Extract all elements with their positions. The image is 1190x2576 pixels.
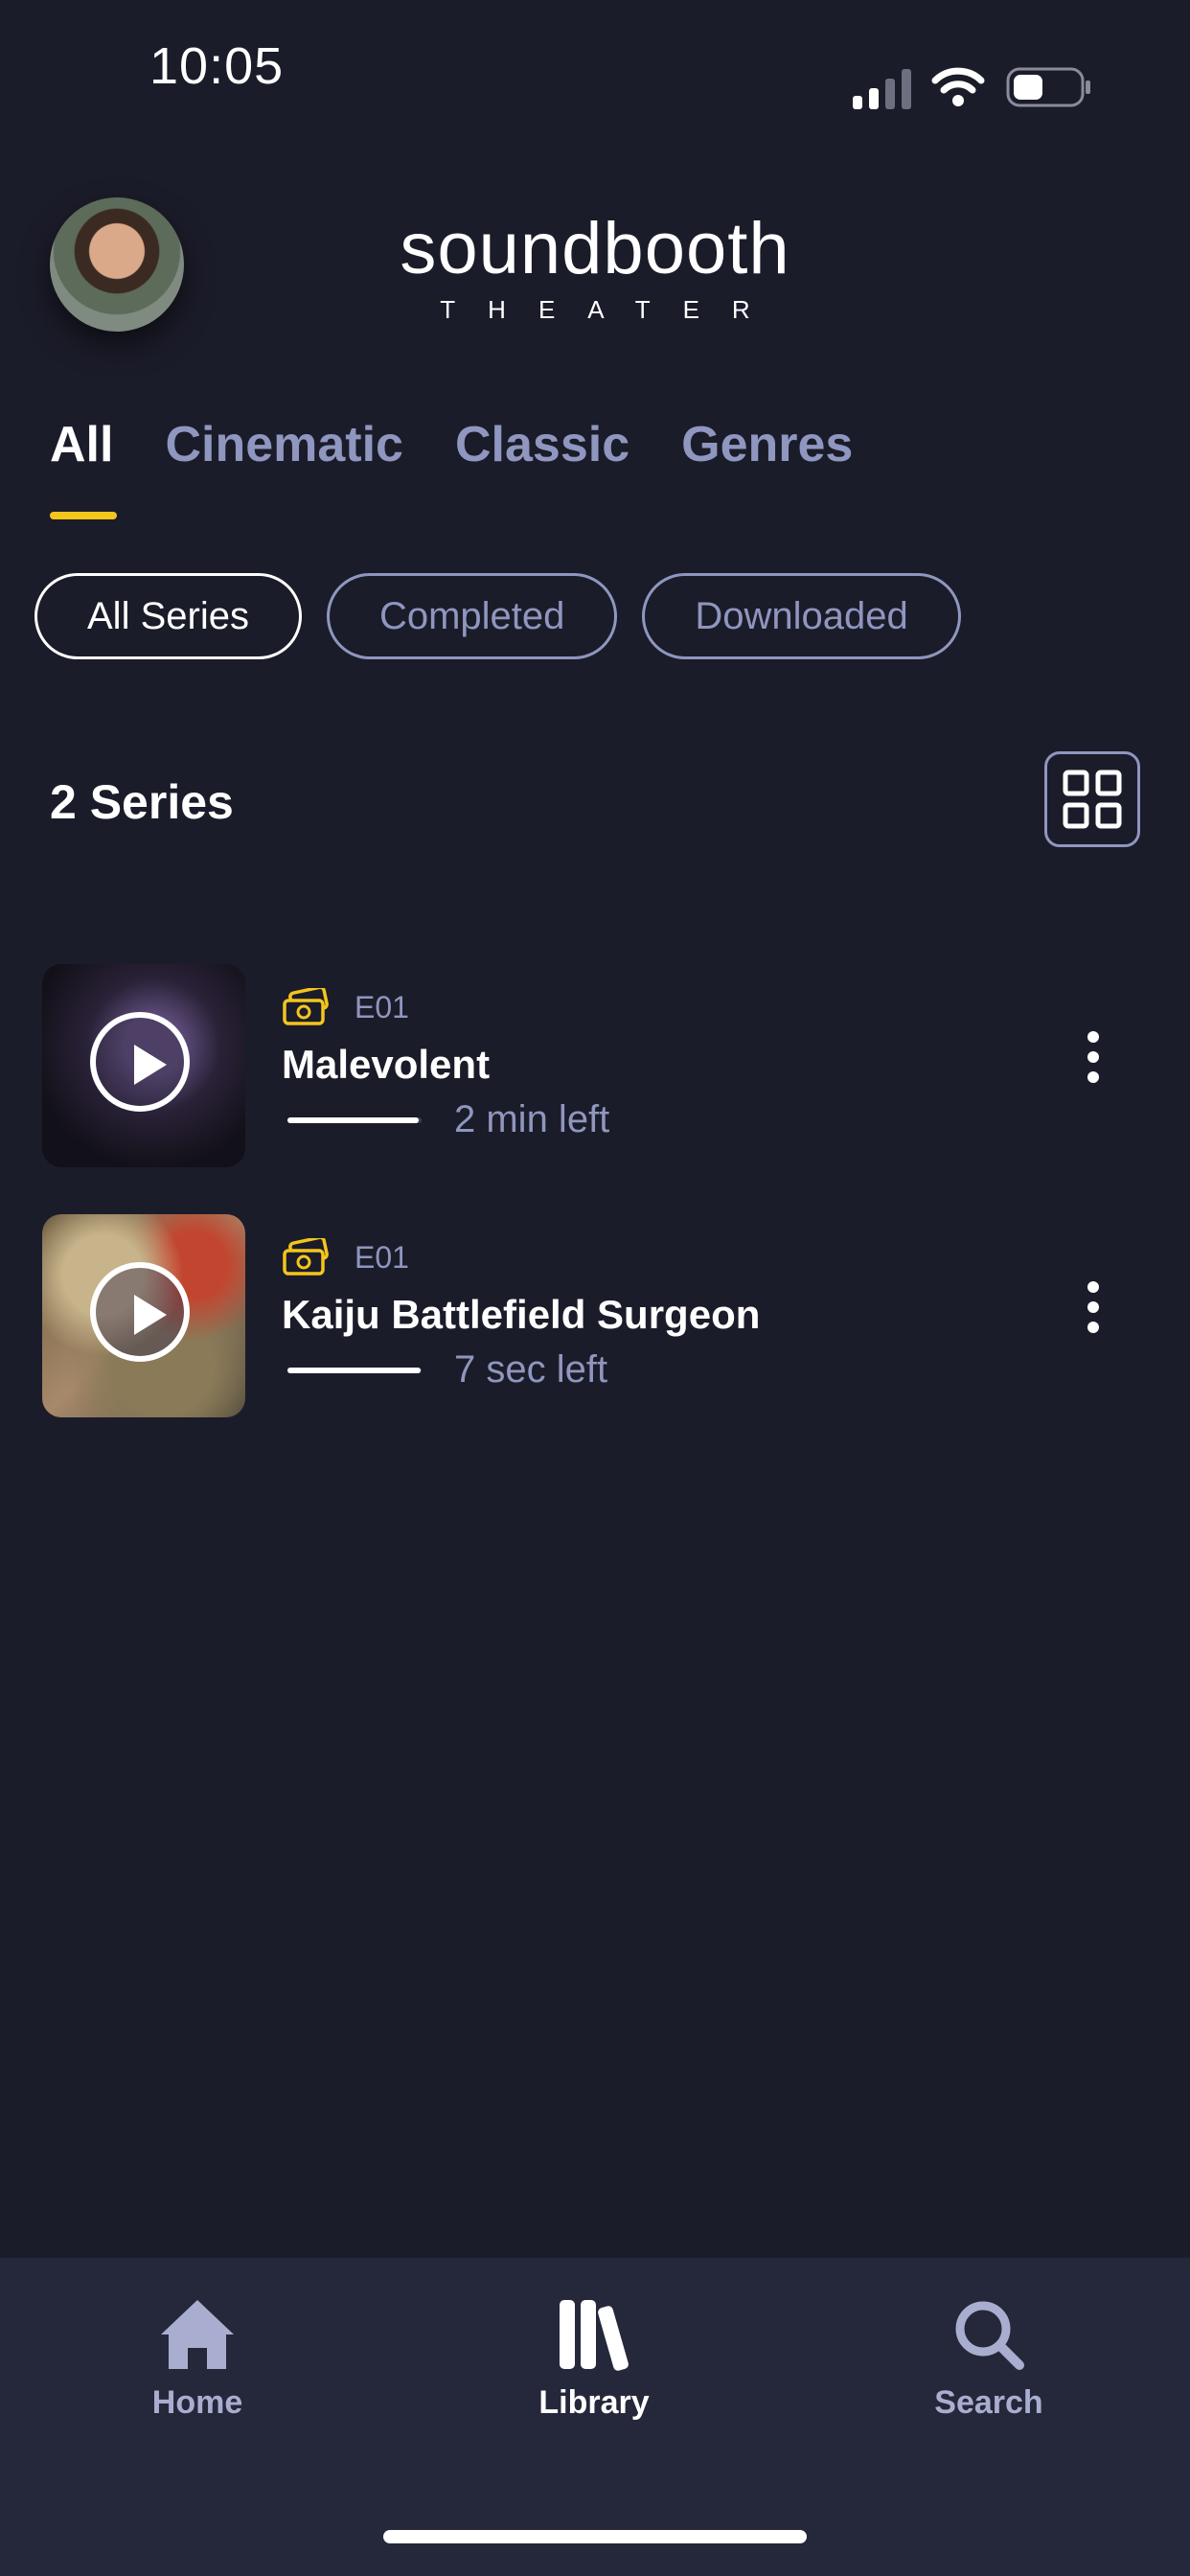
series-meta: E01 Malevolent 2 min left: [282, 983, 1048, 1141]
tab-classic[interactable]: Classic: [455, 416, 629, 531]
battery-icon: [1006, 67, 1090, 107]
more-options-icon[interactable]: [1079, 1031, 1108, 1098]
progress-bar: [287, 1116, 422, 1123]
series-thumbnail[interactable]: [42, 1214, 245, 1417]
list-item[interactable]: E01 Kaiju Battlefield Surgeon 7 sec left: [42, 1214, 1154, 1417]
nav-search-label: Search: [934, 2384, 1043, 2421]
filter-all-series[interactable]: All Series: [34, 573, 302, 659]
series-title: Kaiju Battlefield Surgeon: [282, 1292, 761, 1337]
grid-view-button[interactable]: [1044, 751, 1140, 847]
status-bar: 10:05: [0, 0, 1190, 134]
cellular-signal-icon: [853, 69, 911, 109]
search-icon: [955, 2301, 1024, 2370]
progress-bar: [287, 1367, 422, 1373]
home-icon: [161, 2300, 234, 2369]
progress-fill: [287, 1367, 421, 1373]
nav-library-label: Library: [538, 2384, 650, 2421]
logo-sub-text: THEATER: [440, 295, 783, 324]
filter-completed[interactable]: Completed: [326, 573, 618, 659]
episode-label: E01: [355, 989, 409, 1024]
status-time: 10:05: [149, 37, 285, 95]
nav-search[interactable]: Search: [883, 2296, 1094, 2422]
tab-cinematic[interactable]: Cinematic: [165, 416, 403, 531]
tab-genres[interactable]: Genres: [681, 416, 853, 531]
play-button[interactable]: [90, 1012, 190, 1112]
progress-fill: [287, 1116, 420, 1123]
library-icon: [560, 2300, 629, 2371]
library-screen: 10:05 soundbooth THEATER All Cinematic C…: [0, 0, 1190, 2576]
more-options-icon[interactable]: [1079, 1281, 1108, 1348]
category-tabs: All Cinematic Classic Genres: [50, 416, 853, 531]
ticket-icon: [283, 988, 329, 1025]
wifi-icon: [931, 67, 985, 106]
app-logo: soundbooth THEATER: [0, 213, 1190, 325]
logo-main-text: soundbooth: [400, 208, 790, 289]
filter-chips: All Series Completed Downloaded: [34, 573, 961, 659]
nav-home[interactable]: Home: [92, 2296, 303, 2422]
time-left: 7 sec left: [454, 1348, 608, 1392]
home-indicator: [383, 2530, 807, 2543]
series-title: Malevolent: [282, 1042, 491, 1087]
episode-label: E01: [355, 1239, 409, 1275]
filter-downloaded[interactable]: Downloaded: [642, 573, 961, 659]
bottom-nav: Home Library Search: [0, 2258, 1190, 2576]
tab-all[interactable]: All: [50, 416, 118, 531]
ticket-icon: [283, 1238, 329, 1276]
series-meta: E01 Kaiju Battlefield Surgeon 7 sec left: [282, 1233, 1048, 1392]
series-thumbnail[interactable]: [42, 964, 245, 1167]
grid-icon: [1063, 770, 1122, 829]
list-item[interactable]: E01 Malevolent 2 min left: [42, 964, 1154, 1167]
series-count: 2 Series: [50, 775, 234, 829]
play-button[interactable]: [90, 1262, 190, 1362]
nav-library[interactable]: Library: [489, 2296, 699, 2422]
nav-home-label: Home: [151, 2384, 243, 2421]
time-left: 2 min left: [454, 1098, 610, 1141]
